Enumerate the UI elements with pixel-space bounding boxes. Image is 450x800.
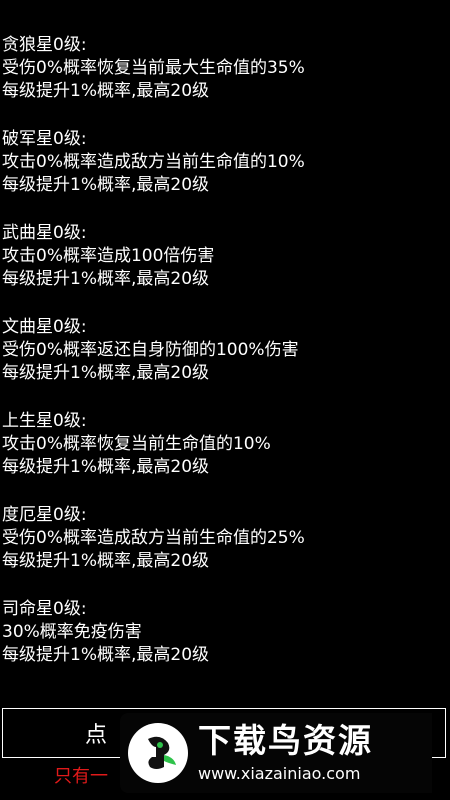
star-growth: 每级提升1%概率,最高20级	[2, 81, 210, 101]
star-title: 贪狼星0级:	[2, 35, 87, 55]
star-wuqu: 武曲星0级: 攻击0%概率造成100倍伤害 每级提升1%概率,最高20级	[0, 222, 450, 316]
star-title: 度厄星0级:	[2, 505, 87, 525]
star-effect: 受伤0%概率恢复当前最大生命值的35%	[2, 58, 305, 78]
star-title: 文曲星0级:	[2, 317, 87, 337]
star-growth: 每级提升1%概率,最高20级	[2, 551, 210, 571]
bird-logo-icon	[128, 723, 188, 783]
star-due: 度厄星0级: 受伤0%概率造成敌方当前生命值的25% 每级提升1%概率,最高20…	[0, 504, 450, 598]
star-tanlang: 贪狼星0级: 受伤0%概率恢复当前最大生命值的35% 每级提升1%概率,最高20…	[0, 34, 450, 128]
star-pojun: 破军星0级: 攻击0%概率造成敌方当前生命值的10% 每级提升1%概率,最高20…	[0, 128, 450, 222]
star-wenqu: 文曲星0级: 受伤0%概率返还自身防御的100%伤害 每级提升1%概率,最高20…	[0, 316, 450, 410]
star-effect: 攻击0%概率恢复当前生命值的10%	[2, 434, 271, 454]
watermark: 下载鸟资源 www.xiazainiao.com	[120, 713, 432, 793]
star-effect: 30%概率免疫伤害	[2, 622, 142, 642]
star-effect: 攻击0%概率造成100倍伤害	[2, 246, 215, 266]
bottom-note: 只有一	[54, 766, 108, 787]
watermark-title: 下载鸟资源	[198, 721, 373, 760]
star-title: 破军星0级:	[2, 129, 87, 149]
star-effect: 受伤0%概率造成敌方当前生命值的25%	[2, 528, 305, 548]
star-title: 武曲星0级:	[2, 223, 87, 243]
action-button-label: 点	[85, 723, 108, 748]
star-growth: 每级提升1%概率,最高20级	[2, 175, 210, 195]
star-shangsheng: 上生星0级: 攻击0%概率恢复当前生命值的10% 每级提升1%概率,最高20级	[0, 410, 450, 504]
star-growth: 每级提升1%概率,最高20级	[2, 269, 210, 289]
star-siming: 司命星0级: 30%概率免疫伤害 每级提升1%概率,最高20级	[0, 598, 450, 692]
star-growth: 每级提升1%概率,最高20级	[2, 457, 210, 477]
star-growth: 每级提升1%概率,最高20级	[2, 363, 210, 383]
star-growth: 每级提升1%概率,最高20级	[2, 645, 210, 665]
star-list: 贪狼星0级: 受伤0%概率恢复当前最大生命值的35% 每级提升1%概率,最高20…	[0, 34, 450, 692]
star-effect: 攻击0%概率造成敌方当前生命值的10%	[2, 152, 305, 172]
star-effect: 受伤0%概率返还自身防御的100%伤害	[2, 340, 299, 360]
watermark-url: www.xiazainiao.com	[198, 764, 361, 783]
star-title: 司命星0级:	[2, 599, 87, 619]
star-title: 上生星0级:	[2, 411, 87, 431]
